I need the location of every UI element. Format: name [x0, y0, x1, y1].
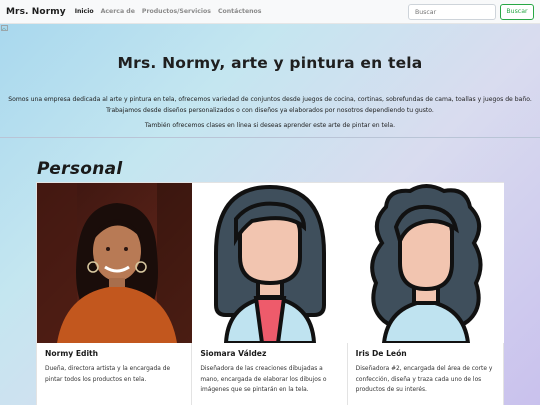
staff-card: Iris De León Diseñadora #2, encargada de… [347, 183, 504, 405]
staff-name: Siomara Váldez [200, 349, 267, 358]
section-title-personal: Personal [37, 159, 123, 179]
staff-card: Normy Edith Dueña, directora artista y l… [37, 183, 193, 405]
navbar: Mrs. Normy Inicio Acerca de Productos/Se… [0, 0, 540, 24]
page-title: Mrs. Normy, arte y pintura en tela [117, 54, 423, 72]
staff-name: Iris De León [355, 349, 407, 358]
staff-avatar [347, 183, 504, 343]
search-input[interactable] [408, 4, 496, 20]
broken-image-icon [1, 25, 13, 31]
staff-description: Diseñadora de las creaciones dibujadas a… [200, 366, 327, 393]
hero-note: También ofrecemos clases en línea si des… [144, 122, 396, 129]
brand-logo-text[interactable]: Mrs. Normy [6, 7, 66, 17]
nav-link-productos[interactable]: Productos/Servicios [142, 8, 211, 15]
nav-link-contacto[interactable]: Contáctenos [218, 8, 262, 15]
staff-description: Dueña, directora artista y la encargada … [45, 366, 171, 383]
nav-link-inicio[interactable]: Inicio [75, 8, 94, 15]
staff-card: Siomara Váldez Diseñadora de las creacio… [192, 183, 349, 405]
nav-link-acerca[interactable]: Acerca de [101, 8, 135, 15]
search-button[interactable]: Buscar [500, 4, 534, 20]
staff-description: Diseñadora #2, encargada del área de cor… [355, 366, 493, 393]
staff-cards: Normy Edith Dueña, directora artista y l… [36, 182, 504, 405]
divider [0, 137, 540, 138]
staff-name: Normy Edith [45, 349, 99, 358]
hero-description: Somos una empresa dedicada al arte y pin… [8, 96, 532, 114]
staff-avatar [192, 183, 349, 343]
staff-photo [37, 183, 193, 343]
